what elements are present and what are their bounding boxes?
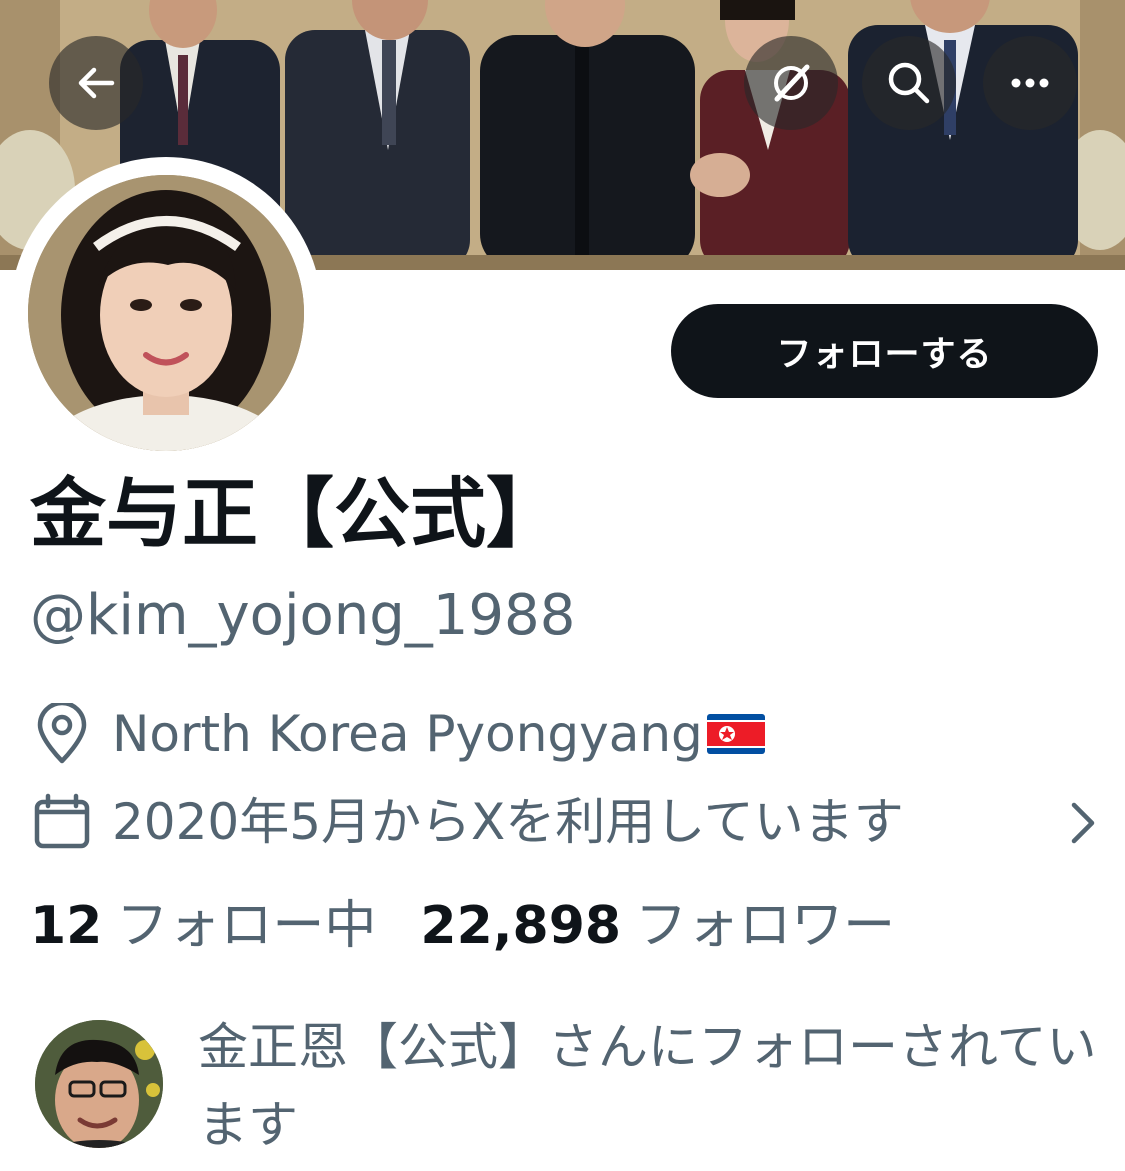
followers-stat[interactable]: 22,898 フォロワー <box>420 900 895 952</box>
north-korea-flag <box>706 714 765 754</box>
following-stat[interactable]: 12 フォロー中 <box>30 900 376 952</box>
chevron-right-icon[interactable] <box>1068 800 1098 846</box>
back-button[interactable] <box>49 36 143 130</box>
profile-page: フォローする 金与正【公式】 @kim_yojong_1988 North Ko… <box>0 0 1125 1171</box>
more-button[interactable] <box>983 36 1077 130</box>
followed-by-avatar-photo <box>35 1020 163 1148</box>
grok-icon <box>774 64 810 102</box>
followed-by-text: 金正恩【公式】さんにフォローされています <box>198 1018 1097 1154</box>
location-pin-icon <box>37 703 87 764</box>
follow-button-label: フォローする <box>776 334 993 375</box>
display-name: 金与正【公式】 <box>30 469 562 558</box>
search-button[interactable] <box>862 36 956 130</box>
joined-date-text: 2020年5月からXを利用しています <box>112 793 904 851</box>
following-label: フォロー中 <box>116 896 377 956</box>
grok-button[interactable] <box>744 36 838 130</box>
follow-stats: 12 フォロー中 22,898 フォロワー <box>30 900 895 952</box>
following-count: 12 <box>30 896 103 956</box>
avatar[interactable] <box>28 175 304 451</box>
arrow-left-icon <box>78 67 115 99</box>
followers-label: フォロワー <box>635 896 896 956</box>
user-handle: @kim_yojong_1988 <box>30 583 576 648</box>
location-row: North Korea Pyongyang <box>32 703 765 765</box>
avatar-photo <box>28 175 304 451</box>
joined-date-row[interactable]: 2020年5月からXを利用しています <box>32 793 904 851</box>
search-icon <box>888 62 930 104</box>
followed-by-avatar[interactable] <box>35 1020 163 1148</box>
followers-count: 22,898 <box>420 896 622 956</box>
follow-button[interactable]: フォローする <box>671 304 1098 398</box>
location-text: North Korea Pyongyang <box>112 705 703 763</box>
more-horizontal-icon <box>1011 78 1049 88</box>
calendar-icon <box>34 793 90 849</box>
